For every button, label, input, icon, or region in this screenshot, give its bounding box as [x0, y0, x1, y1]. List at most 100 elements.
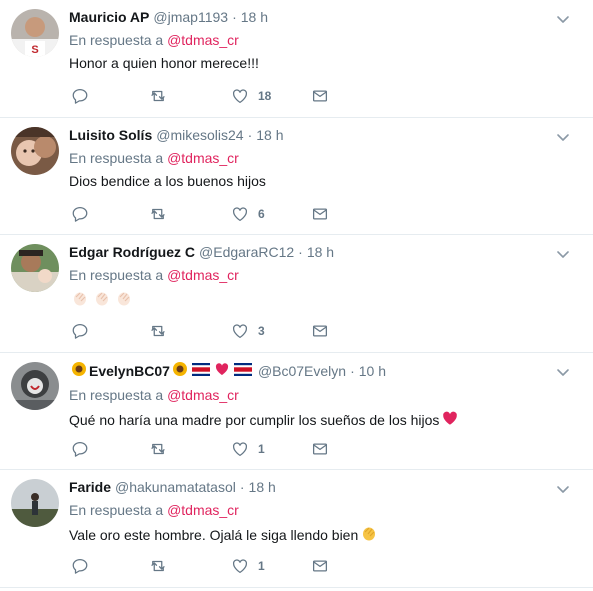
envelope-icon — [312, 325, 328, 337]
more-options-button[interactable] — [555, 481, 571, 497]
retweet-icon — [151, 325, 165, 337]
retweet-icon — [151, 208, 165, 219]
author-name[interactable]: Mauricio AP — [69, 8, 149, 26]
direct-message-button[interactable] — [311, 84, 329, 108]
tweet[interactable]: S Mauricio AP @jmap1193 · 18 h En respue… — [0, 0, 593, 118]
author-handle[interactable]: @hakunamatatasol — [115, 478, 236, 496]
tweet-actions: 1 — [69, 554, 339, 578]
reply-icon — [72, 441, 88, 457]
timestamp[interactable]: 18 h — [249, 478, 276, 496]
envelope-icon — [312, 560, 328, 572]
tweet[interactable]: Faride @hakunamatatasol · 18 h En respue… — [0, 470, 593, 588]
retweet-button[interactable] — [149, 202, 167, 226]
separator-dot: · — [247, 126, 253, 143]
avatar[interactable] — [11, 126, 59, 175]
more-options-button[interactable] — [555, 364, 571, 380]
author-handle[interactable]: @Bc07Evelyn — [258, 362, 346, 380]
reply-mention-link[interactable]: @tdmas_cr — [167, 387, 239, 403]
reply-button[interactable] — [71, 202, 89, 226]
reply-button[interactable] — [71, 84, 89, 108]
like-button[interactable]: 1 — [231, 437, 265, 461]
like-count: 3 — [258, 324, 265, 338]
reply-context: En respuesta a @tdmas_cr — [69, 31, 553, 49]
reply-context: En respuesta a @tdmas_cr — [69, 501, 553, 519]
tweet-actions: 3 — [69, 319, 339, 343]
author-handle[interactable]: @mikesolis24 — [156, 126, 243, 144]
clap-emoji-icon — [360, 524, 378, 547]
like-count: 18 — [258, 89, 272, 103]
like-count: 6 — [258, 206, 265, 221]
timestamp[interactable]: 18 h — [256, 126, 283, 144]
more-options-button[interactable] — [555, 246, 571, 262]
reply-feed: S Mauricio AP @jmap1193 · 18 h En respue… — [0, 0, 593, 588]
tweet[interactable]: EvelynBC07 @Bc07Evelyn · 10 h En respues… — [0, 353, 593, 470]
like-button[interactable]: 1 — [231, 554, 265, 578]
retweet-icon — [151, 90, 165, 102]
author-name[interactable]: Faride — [69, 478, 111, 496]
avatar[interactable] — [11, 244, 59, 292]
like-button[interactable]: 3 — [231, 319, 265, 343]
reply-button[interactable] — [71, 437, 89, 461]
reply-mention-link[interactable]: @tdmas_cr — [167, 267, 239, 283]
timestamp[interactable]: 18 h — [241, 8, 268, 26]
timestamp[interactable]: 10 h — [359, 362, 386, 380]
costa-rica-flag-emoji-icon — [191, 362, 210, 380]
more-options-button[interactable] — [555, 129, 571, 145]
tweet-text: Qué no haría una madre por cumplir los s… — [69, 411, 440, 428]
author-handle[interactable]: @jmap1193 — [153, 8, 228, 26]
tweet-actions: 18 — [69, 84, 339, 108]
tweet-text — [69, 289, 553, 312]
envelope-icon — [312, 442, 328, 455]
reply-prefix: En respuesta a — [69, 502, 164, 518]
reply-context: En respuesta a @tdmas_cr — [69, 149, 553, 167]
tweet-text: Vale oro este hombre. Ojalá le siga llen… — [69, 527, 359, 543]
chevron-down-icon — [557, 251, 569, 258]
clap-emoji-icon — [71, 289, 89, 312]
svg-text:S: S — [31, 44, 38, 56]
avatar[interactable]: S — [11, 9, 59, 57]
retweet-button[interactable] — [149, 554, 167, 578]
reply-mention-link[interactable]: @tdmas_cr — [167, 32, 239, 48]
author-handle[interactable]: @EdgaraRC12 — [199, 243, 294, 261]
reply-button[interactable] — [71, 319, 89, 343]
clap-emoji-icon — [115, 289, 133, 312]
direct-message-button[interactable] — [311, 319, 329, 343]
avatar[interactable] — [11, 479, 59, 527]
separator-dot: · — [239, 479, 245, 495]
like-button[interactable]: 18 — [231, 84, 271, 108]
reply-mention-link[interactable]: @tdmas_cr — [167, 502, 239, 518]
red-heart-emoji-icon — [214, 361, 230, 381]
direct-message-button[interactable] — [311, 437, 329, 461]
tweet[interactable]: Edgar Rodríguez C @EdgaraRC12 · 18 h En … — [0, 235, 593, 353]
avatar-photo: S — [11, 9, 59, 57]
reply-button[interactable] — [71, 554, 89, 578]
more-options-button[interactable] — [555, 11, 571, 27]
avatar-photo — [11, 361, 59, 410]
heart-icon — [232, 206, 248, 221]
heart-icon — [232, 324, 248, 339]
reply-prefix: En respuesta a — [69, 149, 164, 166]
retweet-button[interactable] — [149, 319, 167, 343]
retweet-icon — [151, 443, 165, 454]
tweet-text: Honor a quien honor merece!!! — [69, 55, 259, 71]
direct-message-button[interactable] — [311, 202, 329, 226]
separator-dot: · — [232, 9, 237, 25]
avatar[interactable] — [11, 361, 59, 410]
author-name[interactable]: EvelynBC07 — [89, 362, 170, 380]
reply-mention-link[interactable]: @tdmas_cr — [167, 150, 239, 166]
tweet-actions: 1 — [69, 437, 339, 461]
like-button[interactable]: 6 — [231, 202, 265, 226]
author-name[interactable]: Luisito Solís — [69, 126, 152, 144]
tweet[interactable]: Luisito Solís @mikesolis24 · 18 h En res… — [0, 118, 593, 235]
author-name[interactable]: Edgar Rodríguez C — [69, 243, 195, 261]
chevron-down-icon — [557, 133, 569, 141]
heart-icon — [232, 441, 248, 456]
envelope-icon — [312, 90, 328, 102]
direct-message-button[interactable] — [311, 554, 329, 578]
separator-dot: · — [298, 244, 303, 260]
retweet-button[interactable] — [149, 84, 167, 108]
timestamp[interactable]: 18 h — [307, 243, 334, 261]
retweet-button[interactable] — [149, 437, 167, 461]
envelope-icon — [312, 207, 328, 220]
avatar-photo — [11, 126, 59, 175]
